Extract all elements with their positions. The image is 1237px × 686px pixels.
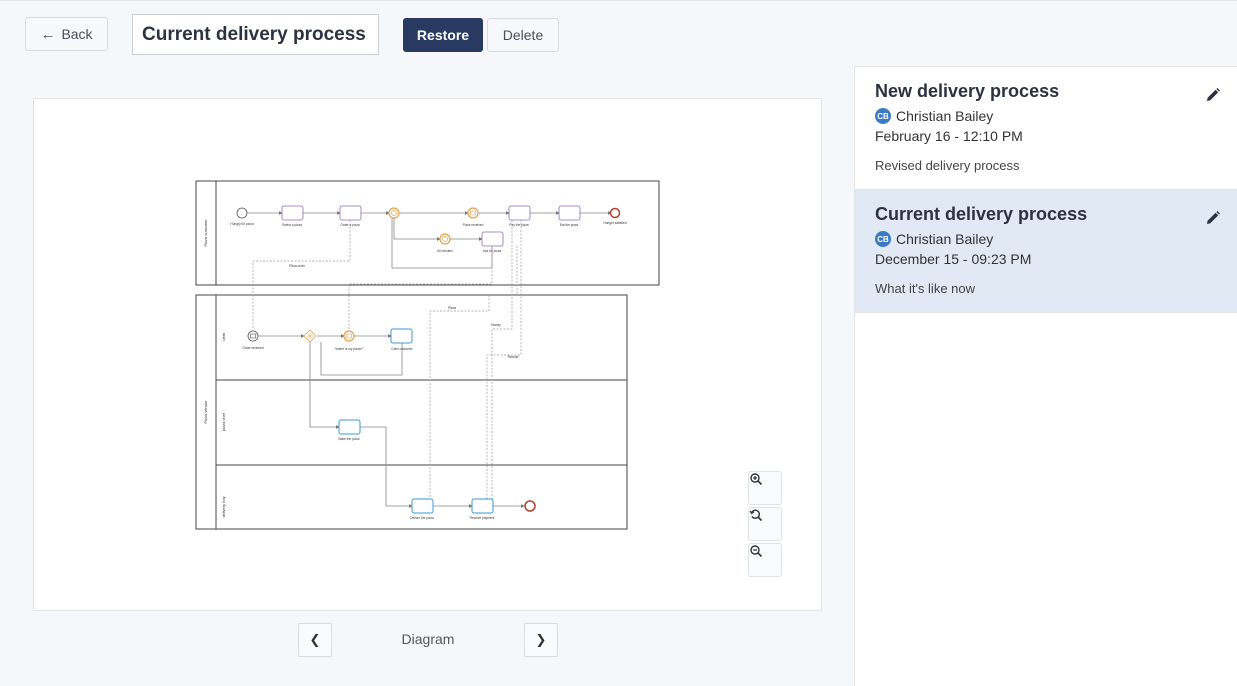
svg-text:Receive payment: Receive payment	[470, 516, 495, 520]
back-label: Back	[61, 26, 93, 42]
author-name: Christian Bailey	[896, 108, 994, 124]
svg-text:Pizza: Pizza	[448, 306, 456, 310]
svg-text:Bake the pizza: Bake the pizza	[339, 437, 360, 441]
author-name: Christian Bailey	[896, 231, 994, 247]
version-card-active[interactable]: Current delivery process CB Christian Ba…	[855, 190, 1237, 313]
pool-label-customer: Pizza customer	[203, 219, 208, 247]
zoom-reset-button[interactable]	[748, 507, 782, 541]
restore-button[interactable]: Restore	[403, 18, 483, 52]
chevron-left-icon: ❮	[309, 632, 321, 647]
svg-text:Hungry for pizza: Hungry for pizza	[230, 222, 253, 226]
pencil-icon[interactable]	[1205, 87, 1221, 103]
version-author: CB Christian Bailey	[875, 231, 1217, 247]
version-card[interactable]: New delivery process CB Christian Bailey…	[855, 67, 1237, 190]
version-author: CB Christian Bailey	[875, 108, 1217, 124]
lane-label-chef: pizza chef	[221, 412, 226, 431]
zoom-out-button[interactable]	[748, 543, 782, 577]
avatar: CB	[875, 108, 891, 124]
svg-text:Pizza order: Pizza order	[289, 264, 306, 268]
prev-diagram-button[interactable]: ❮	[298, 623, 332, 657]
svg-text:Money: Money	[491, 323, 501, 327]
back-button[interactable]: ← Back	[25, 17, 108, 51]
svg-text:Calm customer: Calm customer	[391, 347, 413, 351]
next-diagram-button[interactable]: ❯	[524, 623, 558, 657]
svg-text:Pizza received: Pizza received	[463, 223, 484, 227]
svg-text:60 minutes: 60 minutes	[437, 249, 453, 253]
svg-text:Eat the pizza: Eat the pizza	[560, 223, 579, 227]
arrow-left-icon: ←	[40, 25, 56, 43]
version-list: New delivery process CB Christian Bailey…	[854, 66, 1237, 686]
pool-label-vendor: Pizza vendor	[203, 400, 208, 424]
svg-text:Deliver the pizza: Deliver the pizza	[410, 516, 434, 520]
svg-text:Receipt: Receipt	[508, 355, 519, 359]
avatar: CB	[875, 231, 891, 247]
bpmn-diagram: Pizza customer Pizza vendor clerk pizza …	[195, 180, 660, 530]
lane-label-delivery: delivery boy	[221, 496, 226, 517]
svg-text:Hunger satisfied: Hunger satisfied	[603, 221, 626, 225]
diagram-canvas[interactable]: Pizza customer Pizza vendor clerk pizza …	[33, 98, 822, 611]
pager-label: Diagram	[401, 631, 455, 647]
zoom-in-icon	[750, 473, 763, 486]
version-description: What it's like now	[875, 281, 976, 296]
pencil-icon[interactable]	[1205, 210, 1221, 226]
version-description: Revised delivery process	[875, 158, 1020, 173]
version-date: December 15 - 09:23 PM	[875, 251, 1032, 267]
svg-text:"where is my pizza?": "where is my pizza?"	[334, 347, 363, 351]
lane-label-clerk: clerk	[221, 333, 226, 341]
chevron-right-icon: ❯	[535, 632, 547, 647]
version-date: February 16 - 12:10 PM	[875, 128, 1023, 144]
zoom-out-icon	[750, 545, 763, 558]
zoom-in-button[interactable]	[748, 471, 782, 505]
zoom-reset-icon	[749, 509, 763, 522]
version-title: Current delivery process	[875, 204, 1088, 224]
top-toolbar: ← Back Restore Delete	[0, 0, 1237, 66]
svg-text:Order received: Order received	[242, 346, 263, 350]
pool-customer: Pizza customer	[195, 180, 660, 286]
delete-button[interactable]: Delete	[487, 18, 559, 52]
version-title: New delivery process	[875, 81, 1060, 101]
version-title-input[interactable]	[132, 14, 379, 55]
svg-text:Select a pizza: Select a pizza	[282, 223, 302, 227]
